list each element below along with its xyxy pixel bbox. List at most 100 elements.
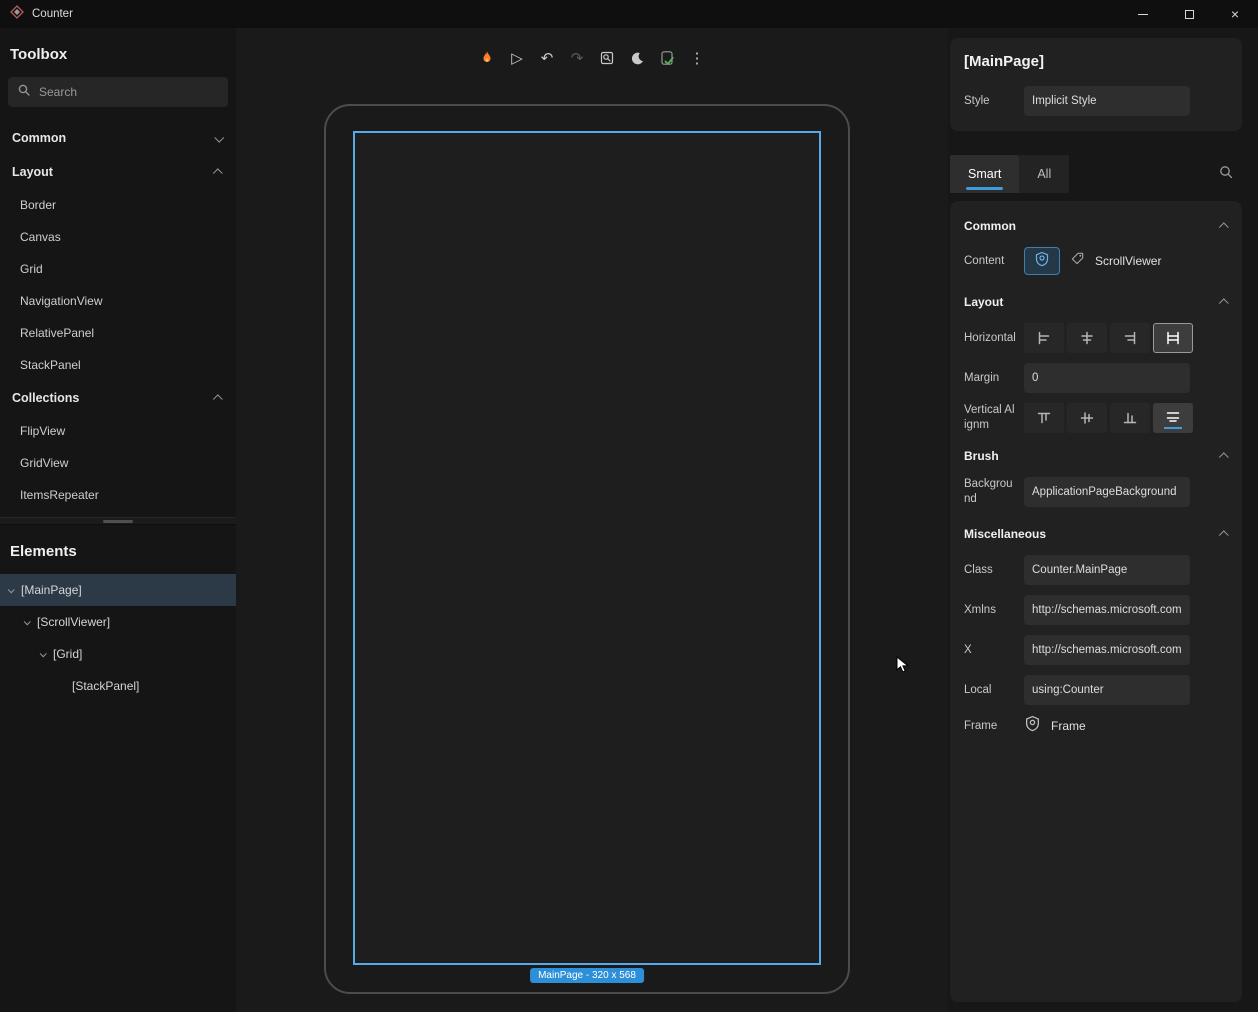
tab-smart[interactable]: Smart (950, 155, 1019, 193)
design-canvas[interactable]: ▷ ↶ ↷ ⋮ MainPage - 320 x 568 (236, 28, 948, 1012)
play-icon: ▷ (511, 49, 523, 67)
more-options-button[interactable]: ⋮ (685, 46, 709, 70)
section-layout[interactable]: Layout (964, 289, 1228, 315)
toolbox-section-collections[interactable]: Collections (0, 381, 236, 415)
toolbox-item-border[interactable]: Border (0, 189, 236, 221)
close-icon: × (1231, 6, 1239, 22)
vertical-alignment-group (1024, 403, 1193, 433)
tab-all[interactable]: All (1019, 155, 1069, 193)
undo-icon: ↶ (541, 49, 554, 67)
property-inspector: [MainPage] Style Smart All Common Conten… (948, 28, 1258, 1012)
theme-toggle-button[interactable] (625, 46, 649, 70)
class-label: Class (964, 563, 1016, 578)
ellipsis-icon: ⋮ (690, 49, 705, 67)
chevron-down-icon[interactable] (40, 650, 47, 657)
xmlns-input[interactable] (1024, 595, 1190, 625)
class-input[interactable] (1024, 555, 1190, 585)
undo-button[interactable]: ↶ (535, 46, 559, 70)
chevron-up-icon (213, 394, 223, 404)
chevron-down-icon[interactable] (24, 618, 31, 625)
section-miscellaneous[interactable]: Miscellaneous (964, 521, 1228, 547)
play-button[interactable]: ▷ (505, 46, 529, 70)
panel-splitter[interactable] (0, 517, 236, 525)
hot-reload-button[interactable] (475, 46, 499, 70)
splitter-grip-icon (103, 520, 133, 523)
section-label: Layout (964, 295, 1003, 309)
inspect-element-button[interactable] (595, 46, 619, 70)
uno-logo-icon (1024, 715, 1041, 737)
toolbox-item-stackpanel[interactable]: StackPanel (0, 349, 236, 381)
element-type-button[interactable] (1024, 247, 1060, 275)
align-right-button[interactable] (1110, 323, 1150, 353)
tag-icon[interactable] (1070, 251, 1085, 271)
chevron-up-icon (1219, 530, 1229, 540)
window-title: Counter (32, 8, 73, 20)
chevron-down-icon[interactable] (8, 586, 15, 593)
toolbox-item-label: NavigationView (20, 294, 103, 308)
maximize-button[interactable] (1166, 0, 1212, 28)
content-value: ScrollViewer (1095, 254, 1161, 268)
tree-item-mainpage[interactable]: [MainPage] (0, 574, 236, 606)
align-middle-button[interactable] (1067, 403, 1107, 433)
inspector-tabs: Smart All (950, 155, 1242, 193)
canvas-toolbar: ▷ ↶ ↷ ⋮ (236, 46, 948, 70)
toolbox-item-label: StackPanel (20, 358, 81, 372)
search-icon[interactable] (1218, 164, 1234, 185)
align-stretch-button[interactable] (1153, 323, 1193, 353)
toolbox-item-flipview[interactable]: FlipView (0, 415, 236, 447)
style-input[interactable] (1024, 86, 1190, 116)
close-button[interactable]: × (1212, 0, 1258, 28)
tree-item-label: [StackPanel] (72, 679, 139, 693)
background-input[interactable] (1024, 477, 1190, 507)
toolbox-item-canvas[interactable]: Canvas (0, 221, 236, 253)
toolbox-search[interactable] (8, 77, 228, 107)
horizontal-alignment-label: Horizontal (964, 331, 1016, 346)
chevron-up-icon (1219, 222, 1229, 232)
tree-item-grid[interactable]: [Grid] (0, 638, 236, 670)
minimize-button[interactable] (1120, 0, 1166, 28)
toolbox-item-label: Canvas (20, 230, 61, 244)
toolbox-item-navigationview[interactable]: NavigationView (0, 285, 236, 317)
redo-icon: ↷ (571, 49, 584, 67)
margin-input[interactable] (1024, 363, 1190, 393)
minimize-icon (1138, 14, 1148, 15)
x-input[interactable] (1024, 635, 1190, 665)
section-label: Layout (12, 165, 53, 179)
background-label: Background (964, 477, 1016, 507)
moon-icon (630, 51, 645, 66)
xmlns-label: Xmlns (964, 603, 1016, 618)
section-label: Brush (964, 449, 999, 463)
redo-button[interactable]: ↷ (565, 46, 589, 70)
toolbox-section-layout[interactable]: Layout (0, 155, 236, 189)
app-logo-icon (10, 5, 24, 24)
toolbox-section-common[interactable]: Common (0, 121, 236, 155)
content-label: Content (964, 254, 1016, 269)
section-brush[interactable]: Brush (964, 443, 1228, 469)
align-bottom-button[interactable] (1110, 403, 1150, 433)
tree-item-scrollviewer[interactable]: [ScrollViewer] (0, 606, 236, 638)
local-input[interactable] (1024, 675, 1190, 705)
toolbox-item-relativepanel[interactable]: RelativePanel (0, 317, 236, 349)
uno-logo-icon (1034, 251, 1050, 272)
align-left-button[interactable] (1024, 323, 1064, 353)
align-stretch-vertical-button[interactable] (1153, 403, 1193, 433)
frame-label: Frame (964, 719, 1016, 734)
tree-item-label: [MainPage] (21, 583, 82, 597)
search-input[interactable] (39, 85, 219, 99)
align-center-button[interactable] (1067, 323, 1107, 353)
device-frame: MainPage - 320 x 568 (324, 104, 850, 994)
maximize-icon (1185, 10, 1194, 19)
validation-status-button[interactable] (655, 46, 679, 70)
elements-title: Elements (0, 525, 236, 574)
tree-item-label: [Grid] (53, 647, 82, 661)
toolbox-item-itemsrepeater[interactable]: ItemsRepeater (0, 479, 236, 511)
local-label: Local (964, 683, 1016, 698)
tree-item-stackpanel[interactable]: [StackPanel] (0, 670, 236, 702)
frame-value: Frame (1051, 719, 1086, 733)
toolbox-item-grid[interactable]: Grid (0, 253, 236, 285)
vertical-alignment-label: Vertical Alignm (964, 403, 1016, 433)
section-common[interactable]: Common (964, 213, 1228, 239)
align-top-button[interactable] (1024, 403, 1064, 433)
toolbox-item-gridview[interactable]: GridView (0, 447, 236, 479)
page-design-surface[interactable] (353, 131, 821, 965)
